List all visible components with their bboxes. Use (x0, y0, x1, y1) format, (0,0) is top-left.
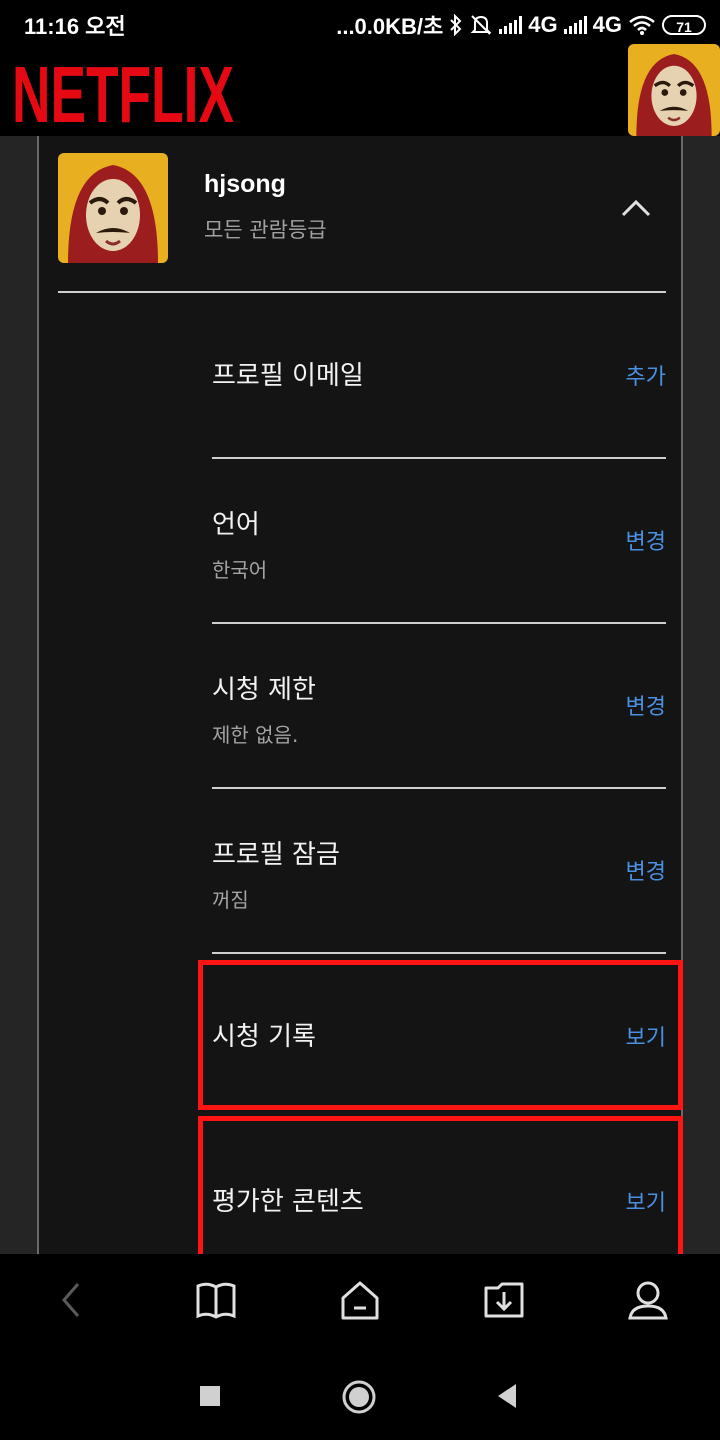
signal-icon (499, 16, 523, 34)
account-avatar[interactable] (628, 44, 720, 136)
bluetooth-icon (450, 14, 462, 36)
home-circle-icon[interactable] (341, 1379, 377, 1415)
back-triangle-icon[interactable] (494, 1382, 520, 1410)
home-icon[interactable] (338, 1278, 382, 1322)
highlight-box (198, 1116, 683, 1254)
setting-label: 프로필 잠금 (212, 840, 340, 870)
chevron-up-icon[interactable] (619, 191, 653, 225)
signal-icon (563, 16, 587, 34)
downloads-icon[interactable] (482, 1278, 526, 1322)
back-icon[interactable] (50, 1278, 94, 1322)
change-restrictions-link[interactable]: 변경 (626, 689, 666, 721)
account-icon[interactable] (626, 1278, 670, 1322)
netflix-logo[interactable]: NETFLIX (12, 50, 234, 130)
setting-value: 한국어 (212, 558, 268, 582)
bookmarks-icon[interactable] (194, 1278, 238, 1322)
status-bar: 11:16 오전 ...0.0KB/초 4G 4G 71 (0, 0, 720, 44)
profile-name: hjsong (204, 170, 286, 198)
mute-icon (470, 15, 492, 35)
setting-row-profile-lock[interactable]: 프로필 잠금 꺼짐 변경 (212, 789, 666, 954)
setting-value: 제한 없음. (212, 723, 299, 747)
add-email-link[interactable]: 추가 (626, 359, 666, 391)
network-speed: ...0.0KB/초 (336, 14, 444, 39)
highlight-box (198, 960, 683, 1110)
app-header: NETFLIX (0, 44, 720, 136)
setting-label: 시청 제한 (212, 675, 316, 705)
clock: 11:16 오전 (24, 14, 126, 39)
setting-label: 프로필 이메일 (212, 361, 364, 391)
setting-label: 언어 (212, 510, 260, 540)
profile-rating: 모든 관람등급 (204, 218, 327, 242)
recents-icon[interactable] (198, 1384, 222, 1408)
svg-text:NETFLIX: NETFLIX (12, 50, 234, 130)
profile-settings-page: hjsong 모든 관람등급 프로필 이메일 추가 언어 한국어 변경 시청 제… (0, 136, 720, 1254)
network-type-1: 4G (528, 12, 558, 37)
bottom-toolbar (0, 1254, 720, 1354)
setting-row-language[interactable]: 언어 한국어 변경 (212, 459, 666, 624)
profile-avatar (58, 153, 168, 263)
change-lock-link[interactable]: 변경 (626, 854, 666, 886)
change-language-link[interactable]: 변경 (626, 524, 666, 556)
setting-value: 꺼짐 (212, 888, 249, 912)
system-nav-bar (0, 1354, 720, 1440)
network-type-2: 4G (592, 12, 622, 37)
wifi-icon (629, 15, 655, 35)
battery-icon: 71 (662, 15, 706, 35)
setting-row-profile-email[interactable]: 프로필 이메일 추가 (212, 293, 666, 459)
setting-row-viewing-restrictions[interactable]: 시청 제한 제한 없음. 변경 (212, 624, 666, 789)
